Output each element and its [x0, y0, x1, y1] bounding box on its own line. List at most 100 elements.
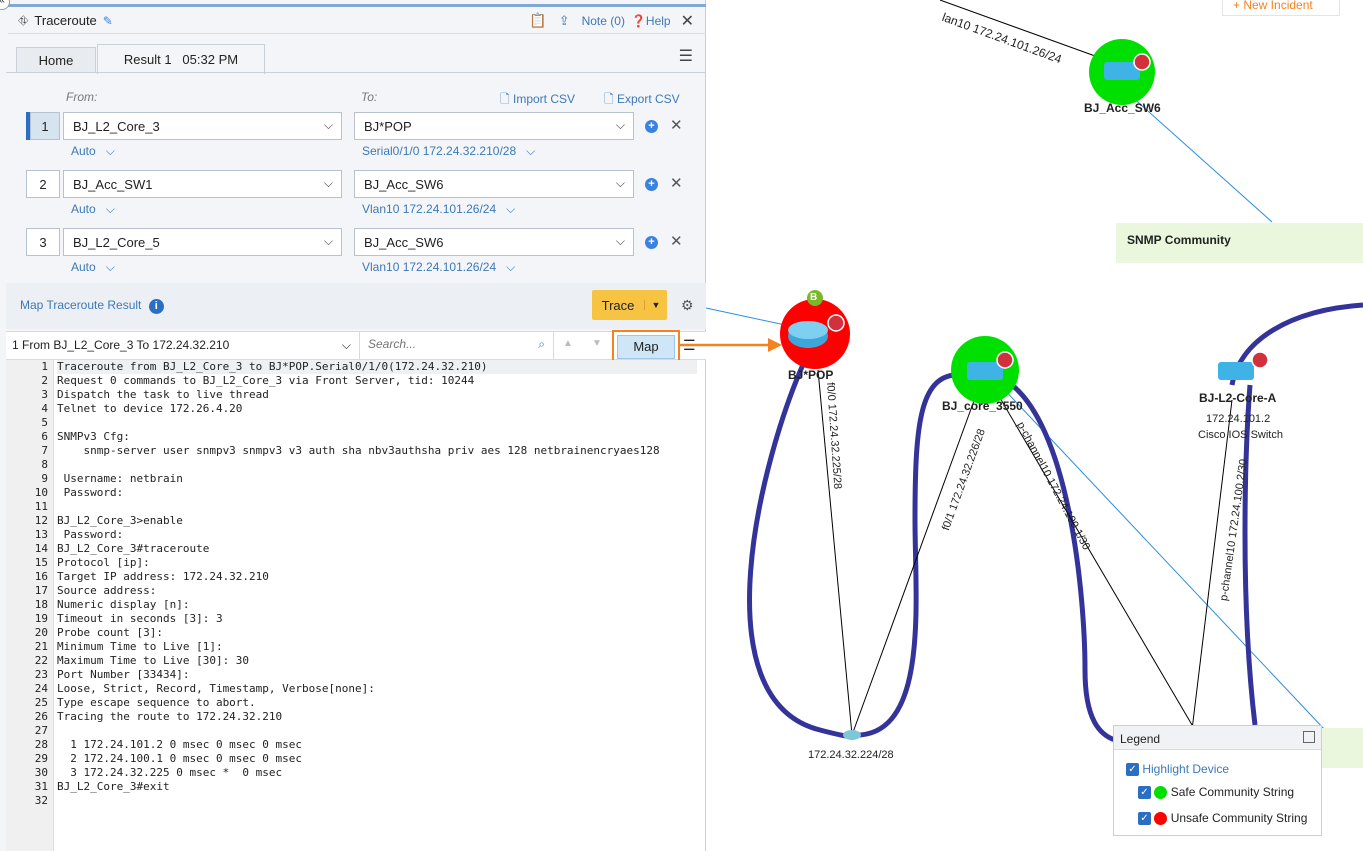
log-line: Minimum Time to Live [1]:	[57, 640, 223, 653]
switch-icon[interactable]	[967, 362, 1003, 380]
log-line: Password:	[57, 528, 124, 541]
thick-links	[747, 302, 1363, 743]
arrow-to-map	[680, 338, 782, 352]
node-label: BJ_core_3550	[942, 399, 1023, 413]
legend-panel: Legend ✓ Highlight Device ✓ Safe Communi…	[1113, 725, 1322, 836]
chevron-down-icon: ⌵	[615, 118, 625, 132]
to-interface-select[interactable]: Vlan10 172.24.101.26/24 ⌵	[362, 202, 515, 217]
legend-highlight-device[interactable]: ✓ Highlight Device	[1126, 762, 1229, 777]
line-number: 26	[34, 710, 48, 723]
line-number: 22	[34, 654, 48, 667]
log-line: BJ_L2_Core_3#traceroute	[57, 542, 210, 555]
row-number: 3	[26, 228, 60, 256]
traceroute-log[interactable]: 1 2 3 4 5 6 7 8 9 10 11 12 13 14 15 16 17 18 19 20 21 22 23 24 2…	[6, 360, 705, 851]
line-number: 25	[34, 696, 48, 709]
remove-row-icon[interactable]: ✕	[670, 116, 683, 134]
help-button[interactable]: ❓Help	[631, 14, 671, 28]
legend-safe[interactable]: ✓ Safe Community String	[1138, 785, 1294, 800]
panel-title: Traceroute	[34, 13, 97, 28]
info-icon[interactable]: i	[148, 299, 164, 314]
clipboard-icon[interactable]: 📋	[529, 12, 546, 29]
checkbox-icon[interactable]: ✓	[1126, 763, 1139, 777]
log-line: 1 172.24.101.2 0 msec 0 msec 0 msec	[57, 738, 303, 751]
search-field[interactable]	[362, 332, 522, 356]
log-line: BJ_L2_Core_3#exit	[57, 780, 170, 793]
prev-match-icon[interactable]: ▲	[563, 338, 573, 349]
note-text: SNMP Community	[1127, 233, 1231, 247]
search-icon[interactable]: ⌕	[538, 337, 545, 352]
line-number: 6	[41, 430, 48, 443]
node-label: BJ-L2-Core-A	[1199, 391, 1277, 405]
note-button[interactable]: Note (0)	[582, 14, 625, 28]
note-connector	[705, 307, 791, 327]
to-select[interactable]: BJ*POP ⌵	[354, 112, 634, 140]
next-match-icon[interactable]: ▼	[592, 338, 602, 349]
snmp-community-note[interactable]: SNMP Community	[1116, 223, 1363, 263]
log-line: Numeric display [n]:	[57, 598, 190, 611]
line-number: 32	[34, 794, 48, 807]
new-incident-button[interactable]: + New Incident	[1222, 0, 1340, 16]
alert-plus-icon	[1133, 53, 1151, 71]
to-label: To:	[361, 90, 378, 104]
log-line: SNMPv3 Cfg:	[57, 430, 130, 443]
line-number: 9	[41, 472, 48, 485]
line-number: 10	[34, 486, 48, 499]
row-number: 1	[30, 112, 60, 140]
remove-row-icon[interactable]: ✕	[670, 232, 683, 250]
traceroute-icon: ⛗	[18, 12, 29, 28]
checkbox-icon[interactable]: ✓	[1138, 786, 1151, 800]
badge-label: B	[810, 292, 818, 303]
from-interface-select[interactable]: Auto ⌵	[71, 202, 115, 217]
from-select[interactable]: BJ_Acc_SW1 ⌵	[63, 170, 342, 198]
add-row-icon[interactable]: +	[645, 120, 658, 133]
add-row-icon[interactable]: +	[645, 178, 658, 191]
to-select[interactable]: BJ_Acc_SW6 ⌵	[354, 170, 634, 198]
dropdown-caret-icon[interactable]: ▼	[644, 300, 667, 310]
menu-icon[interactable]: ☰	[679, 46, 693, 66]
node-label: BJ*POP	[788, 368, 834, 382]
switch-icon[interactable]	[1218, 362, 1254, 380]
from-interface-select[interactable]: Auto ⌵	[71, 260, 115, 275]
chevron-down-icon: ⌵	[341, 338, 351, 352]
result-select[interactable]: 1 From BJ_L2_Core_3 To 172.24.32.210 ⌵	[6, 332, 360, 359]
checkbox-icon[interactable]: ✓	[1138, 812, 1151, 826]
log-line: Port Number [33434]:	[57, 668, 190, 681]
legend-title: Legend	[1114, 726, 1321, 750]
tab-result-1[interactable]: Result 1 05:32 PM	[97, 44, 265, 74]
from-interface-select[interactable]: Auto ⌵	[71, 144, 115, 159]
line-number: 15	[34, 556, 48, 569]
log-line: Maximum Time to Live [30]: 30	[57, 654, 250, 667]
log-line: Telnet to device 172.26.4.20	[57, 402, 243, 415]
line-number: 21	[34, 640, 48, 653]
log-line: BJ_L2_Core_3>enable	[57, 514, 183, 527]
to-select[interactable]: BJ_Acc_SW6 ⌵	[354, 228, 634, 256]
legend-unsafe[interactable]: ✓ Unsafe Community String	[1138, 811, 1307, 826]
line-number: 17	[34, 584, 48, 597]
map-traceroute-result-link[interactable]: Map Traceroute Result i	[20, 298, 164, 314]
log-line: Type escape sequence to abort.	[57, 696, 256, 709]
log-line: Loose, Strict, Record, Timestamp, Verbos…	[57, 682, 375, 695]
add-row-icon[interactable]: +	[645, 236, 658, 249]
subnet-icon[interactable]	[843, 730, 861, 740]
import-csv-button[interactable]: 🗋 Import CSV	[500, 90, 575, 111]
legend-collapse-icon[interactable]	[1303, 731, 1315, 743]
close-icon[interactable]: ✕	[681, 11, 694, 31]
node-ip: 172.24.101.2	[1206, 413, 1271, 425]
map-button[interactable]: Map	[617, 335, 675, 359]
to-interface-select[interactable]: Vlan10 172.24.101.26/24 ⌵	[362, 260, 515, 275]
line-number: 28	[34, 738, 48, 751]
tab-home[interactable]: Home	[16, 47, 96, 73]
trace-button[interactable]: Trace ▼	[592, 290, 667, 320]
from-select[interactable]: BJ_L2_Core_3 ⌵	[63, 112, 342, 140]
note-box[interactable]	[1322, 728, 1363, 768]
to-interface-select[interactable]: Serial0/1/0 172.24.32.210/28 ⌵	[362, 144, 535, 159]
share-icon[interactable]: ⇪	[559, 13, 570, 29]
export-csv-button[interactable]: 🗋 Export CSV	[604, 90, 680, 111]
from-select[interactable]: BJ_L2_Core_5 ⌵	[63, 228, 342, 256]
remove-row-icon[interactable]: ✕	[670, 174, 683, 192]
log-line: Request 0 commands to BJ_L2_Core_3 via F…	[57, 374, 475, 387]
gear-icon[interactable]: ⚙	[681, 297, 694, 314]
line-number: 5	[41, 416, 48, 429]
edit-icon[interactable]: ✎	[103, 14, 113, 28]
search-input[interactable]: ⌕	[362, 332, 554, 359]
